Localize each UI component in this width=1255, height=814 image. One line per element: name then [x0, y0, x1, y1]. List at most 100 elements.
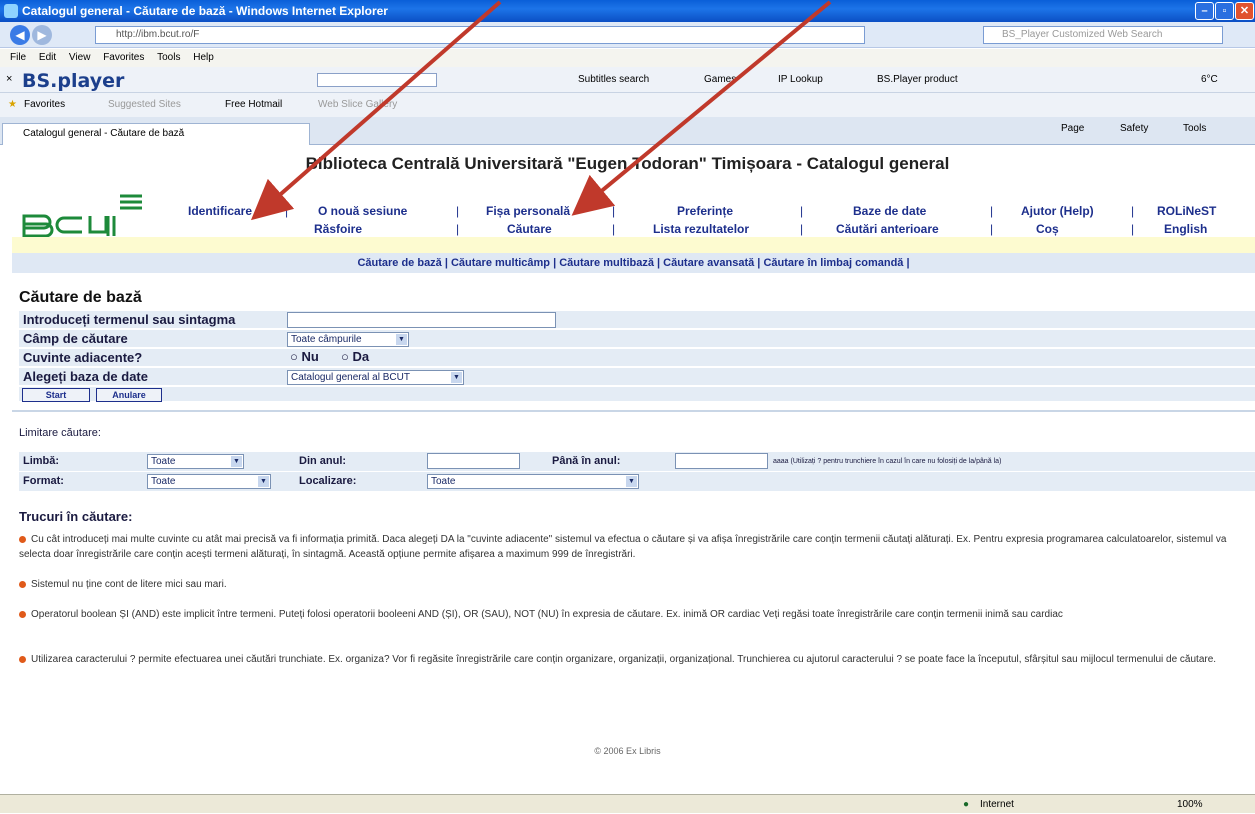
yellow-divider — [12, 237, 1255, 253]
nav-separator: | — [990, 204, 994, 218]
temperature-label: 6°C — [1201, 74, 1218, 85]
nav-identificare[interactable]: Identificare — [188, 204, 252, 218]
window-title-bar: Catalogul general - Căutare de bază - Wi… — [0, 0, 1255, 22]
language-select[interactable]: Toate ▼ — [147, 454, 244, 469]
divider — [12, 410, 1255, 412]
language-value: Toate — [151, 456, 176, 467]
cancel-button[interactable]: Anulare — [96, 388, 162, 402]
format-label: Format: — [23, 475, 64, 487]
tips-title: Trucuri în căutare: — [19, 509, 133, 524]
database-label: Alegeți baza de date — [23, 369, 148, 384]
adjacent-label: Cuvinte adiacente? — [23, 350, 143, 365]
zone-label: Internet — [980, 799, 1014, 810]
nav-separator: | — [1131, 222, 1135, 236]
nav-separator: | — [990, 222, 994, 236]
address-input[interactable]: http://ibm.bcut.ro/F — [95, 26, 865, 44]
menu-bar: File Edit View Favorites Tools Help — [0, 49, 1255, 67]
bullet-icon — [19, 655, 26, 663]
database-row: Alegeți baza de date — [19, 368, 1255, 386]
nav-separator: | — [800, 204, 804, 218]
database-select[interactable]: Catalogul general al BCUT ▼ — [287, 370, 464, 385]
nav-new-session[interactable]: O nouă sesiune — [318, 204, 407, 218]
search-type-nav[interactable]: Căutare de bază | Căutare multicâmp | Că… — [12, 253, 1255, 273]
maximize-button[interactable]: ▫ — [1215, 2, 1234, 20]
zoom-level[interactable]: 100% — [1177, 795, 1203, 814]
bsplayer-product-link[interactable]: BS.Player product — [877, 74, 958, 85]
menu-file[interactable]: File — [10, 52, 26, 63]
menu-edit[interactable]: Edit — [39, 52, 56, 63]
language-label: Limbă: — [23, 455, 60, 467]
nav-separator: | — [1131, 204, 1135, 218]
forward-icon[interactable]: ▶ — [32, 25, 52, 45]
search-field-select[interactable]: Toate câmpurile ▼ — [287, 332, 409, 347]
search-term-input[interactable] — [287, 312, 556, 328]
subtitles-search-link[interactable]: Subtitles search — [578, 74, 649, 85]
menu-favorites[interactable]: Favorites — [103, 52, 144, 63]
back-icon[interactable]: ◀ — [10, 25, 30, 45]
nav-results-list[interactable]: Lista rezultatelor — [653, 222, 749, 236]
nav-databases[interactable]: Baze de date — [853, 204, 926, 218]
free-hotmail-link[interactable]: Free Hotmail — [225, 93, 282, 117]
format-select[interactable]: Toate ▼ — [147, 474, 271, 489]
year-hint: aaaa (Utilizați ? pentru trunchiere în c… — [773, 458, 1002, 465]
nav-basket[interactable]: Coș — [1036, 222, 1059, 236]
browser-tab[interactable]: Catalogul general - Căutare de bază — [2, 123, 310, 145]
nav-preferences[interactable]: Preferințe — [677, 204, 733, 218]
section-title: Căutare de bază — [19, 289, 142, 306]
chevron-down-icon: ▼ — [231, 456, 242, 467]
bullet-icon — [19, 610, 26, 618]
tip-text: Cu cât introduceți mai multe cuvinte cu … — [19, 534, 1227, 560]
bcut-logo — [22, 194, 142, 238]
minimize-button[interactable]: – — [1195, 2, 1214, 20]
limits-title: Limitare căutare: — [19, 427, 101, 439]
close-button[interactable]: ✕ — [1235, 2, 1254, 20]
from-year-input[interactable] — [427, 453, 520, 469]
menu-tools[interactable]: Tools — [157, 52, 180, 63]
adjacent-no-radio[interactable]: ○ Nu — [290, 349, 319, 364]
adjacent-yes-radio[interactable]: ○ Da — [341, 349, 369, 364]
nav-search[interactable]: Căutare — [507, 222, 552, 236]
nav-personal-file[interactable]: Fișa personală — [486, 204, 570, 218]
nav-browse[interactable]: Răsfoire — [314, 222, 362, 236]
format-value: Toate — [151, 476, 176, 487]
ip-lookup-link[interactable]: IP Lookup — [778, 74, 823, 85]
bsplayer-logo: BS.player — [22, 70, 125, 92]
search-field-value: Toate câmpurile — [291, 334, 362, 345]
nav-separator: | — [612, 204, 616, 218]
location-label: Localizare: — [299, 475, 357, 487]
tools-menu[interactable]: Tools — [1183, 123, 1206, 134]
nav-help[interactable]: Ajutor (Help) — [1021, 204, 1094, 218]
menu-help[interactable]: Help — [193, 52, 214, 63]
adjacent-row: Cuvinte adiacente? — [19, 349, 1255, 367]
window-title: Catalogul general - Căutare de bază - Wi… — [22, 4, 388, 18]
nav-separator: | — [612, 222, 616, 236]
field-row: Câmp de căutare — [19, 330, 1255, 348]
database-value: Catalogul general al BCUT — [291, 372, 410, 383]
suggested-sites-link[interactable]: Suggested Sites — [108, 93, 181, 117]
bsplayer-search-combo[interactable] — [317, 73, 437, 87]
close-toolbar-icon[interactable]: × — [6, 73, 12, 85]
nav-previous-searches[interactable]: Căutări anterioare — [836, 222, 939, 236]
web-slice-gallery-link[interactable]: Web Slice Gallery — [318, 93, 397, 117]
location-select[interactable]: Toate ▼ — [427, 474, 639, 489]
safety-menu[interactable]: Safety — [1120, 123, 1148, 134]
nav-english[interactable]: English — [1164, 222, 1207, 236]
term-label: Introduceți termenul sau sintagma — [23, 312, 236, 327]
favorites-button[interactable]: Favorites — [24, 93, 65, 117]
chevron-down-icon: ▼ — [396, 334, 407, 345]
to-year-input[interactable] — [675, 453, 768, 469]
menu-view[interactable]: View — [69, 52, 91, 63]
nav-separator: | — [456, 204, 460, 218]
adjacent-no-label: Nu — [301, 349, 319, 364]
tip-item: Utilizarea caracterului ? permite efectu… — [19, 652, 1249, 667]
page-menu[interactable]: Page — [1061, 123, 1084, 134]
web-search-input[interactable]: BS_Player Customized Web Search — [983, 26, 1223, 44]
games-link[interactable]: Games — [704, 74, 736, 85]
ie-icon — [4, 4, 18, 18]
start-button[interactable]: Start — [22, 388, 90, 402]
buttons-row — [19, 387, 1255, 402]
term-row: Introduceți termenul sau sintagma — [19, 311, 1255, 329]
nav-rolinest[interactable]: ROLiNeST — [1157, 204, 1216, 218]
adjacent-yes-label: Da — [352, 349, 370, 364]
nav-separator: | — [285, 204, 289, 218]
